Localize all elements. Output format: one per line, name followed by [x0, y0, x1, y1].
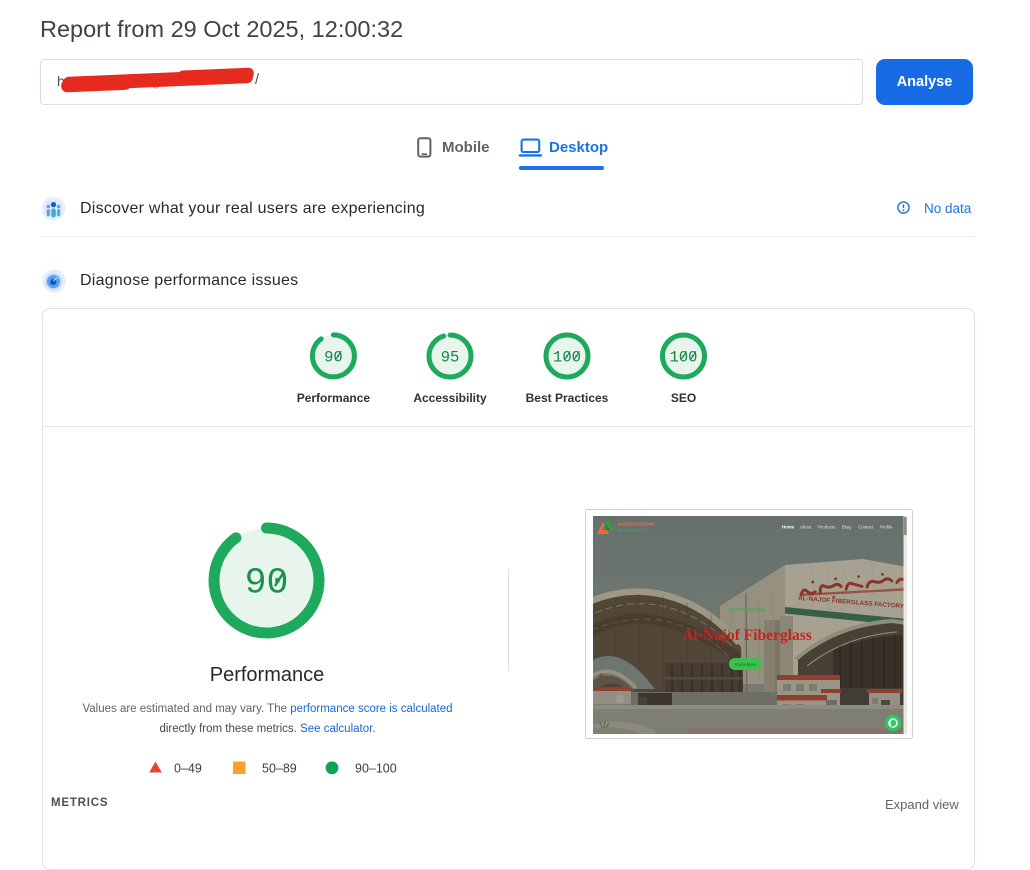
svg-text:0–49: 0–49	[174, 761, 202, 775]
svg-text:Blog: Blog	[842, 525, 851, 530]
svg-text:Accessibility: Accessibility	[413, 391, 487, 405]
svg-text:Products: Products	[818, 525, 836, 530]
svg-text:Profile: Profile	[880, 525, 893, 530]
svg-text:100: 100	[553, 348, 581, 366]
svg-text:About: About	[800, 525, 812, 530]
svg-text:Al-Najof Fiberglass: Al-Najof Fiberglass	[682, 627, 812, 644]
svg-text:Best Practices: Best Practices	[526, 391, 609, 405]
svg-text:90: 90	[245, 563, 289, 604]
svg-text:AL-NAJOF ALDERDAN: AL-NAJOF ALDERDAN	[617, 522, 655, 527]
svg-text:95: 95	[441, 348, 460, 366]
svg-text:Contact: Contact	[858, 525, 874, 530]
svg-text:50–89: 50–89	[262, 761, 297, 775]
svg-text:Performance: Performance	[297, 391, 371, 405]
svg-text:FIBERGLASS FACTORY: FIBERGLASS FACTORY	[617, 528, 646, 533]
svg-text:Welcome To Al-Najof Fiberglass: Welcome To Al-Najof Fiberglass	[728, 607, 767, 612]
svg-text:Know More: Know More	[735, 662, 757, 667]
svg-text:90–100: 90–100	[355, 761, 397, 775]
svg-text:SEO: SEO	[671, 391, 696, 405]
svg-text:90: 90	[324, 348, 343, 366]
svg-text:100: 100	[670, 348, 698, 366]
svg-text:Home: Home	[782, 525, 795, 530]
